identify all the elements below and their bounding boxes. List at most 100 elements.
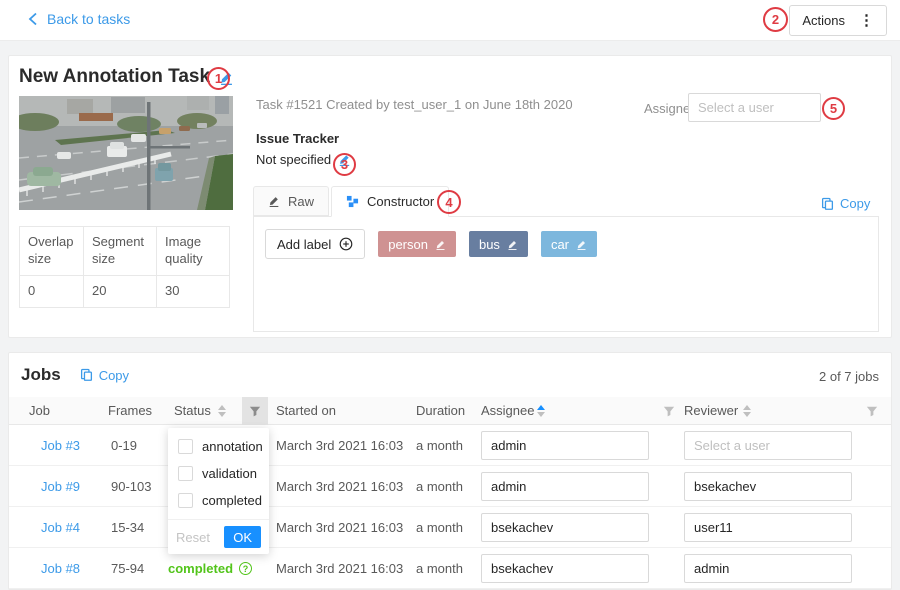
- tab-constructor-label: Constructor: [367, 194, 434, 209]
- assignee-input[interactable]: [481, 431, 649, 460]
- label-chip-bus[interactable]: bus: [469, 231, 528, 257]
- annotation-circle-4: 4: [437, 190, 461, 214]
- label-chip-person-name: person: [388, 237, 428, 252]
- copy-labels-button[interactable]: Copy: [821, 196, 870, 211]
- label-chip-person[interactable]: person: [378, 231, 456, 257]
- edit-label-icon[interactable]: [507, 239, 518, 250]
- back-to-tasks-link[interactable]: Back to tasks: [28, 11, 130, 27]
- copy-icon: [80, 368, 93, 382]
- question-circle-icon[interactable]: ?: [239, 562, 252, 575]
- annotation-circle-2: 2: [763, 7, 788, 32]
- reviewer-sort-icon[interactable]: [743, 405, 751, 417]
- assignee-input[interactable]: [481, 513, 649, 542]
- job-started: March 3rd 2021 16:03: [276, 479, 403, 494]
- col-reviewer: Reviewer: [684, 403, 738, 418]
- checkbox-icon[interactable]: [178, 493, 193, 508]
- reviewer-input[interactable]: [684, 554, 852, 583]
- tab-raw-label: Raw: [288, 194, 314, 209]
- label-chip-car[interactable]: car: [541, 231, 597, 257]
- job-row: Job #4 15-34 March 3rd 2021 16:03 a mont…: [9, 507, 891, 548]
- copy-jobs-label: Copy: [99, 368, 129, 383]
- job-status: completed?: [168, 561, 252, 576]
- add-label-label: Add label: [277, 237, 331, 252]
- filter-option-annotation[interactable]: annotation: [168, 433, 269, 460]
- actions-label: Actions: [802, 13, 845, 28]
- job-started: March 3rd 2021 16:03: [276, 438, 403, 453]
- param-value-quality: 30: [157, 276, 230, 308]
- filter-reset-button[interactable]: Reset: [176, 530, 210, 545]
- filter-ok-button[interactable]: OK: [224, 526, 261, 548]
- reviewer-input[interactable]: [684, 431, 852, 460]
- reviewer-filter-icon[interactable]: [866, 405, 878, 417]
- assignee-input[interactable]: [481, 554, 649, 583]
- add-label-button[interactable]: Add label: [265, 229, 365, 259]
- filter-option-label: completed: [202, 493, 262, 508]
- job-link[interactable]: Job #8: [41, 561, 80, 576]
- col-status: Status: [174, 403, 211, 418]
- status-filter-icon[interactable]: [249, 405, 261, 417]
- job-frames: 75-94: [111, 561, 144, 576]
- task-title: New Annotation Task: [19, 66, 210, 88]
- job-link[interactable]: Job #9: [41, 479, 80, 494]
- actions-button[interactable]: Actions ⋮: [789, 5, 887, 36]
- label-chip-bus-name: bus: [479, 237, 500, 252]
- blocks-icon: [346, 195, 359, 208]
- copy-labels-label: Copy: [840, 196, 870, 211]
- filter-option-validation[interactable]: validation: [168, 460, 269, 487]
- reviewer-input[interactable]: [684, 472, 852, 501]
- back-to-tasks-label: Back to tasks: [47, 11, 130, 27]
- job-row: Job #8 75-94 completed? March 3rd 2021 1…: [9, 548, 891, 589]
- job-link[interactable]: Job #3: [41, 438, 80, 453]
- param-value-overlap: 0: [20, 276, 84, 308]
- status-filter-cell[interactable]: [242, 397, 268, 425]
- jobs-card: Jobs Copy 2 of 7 jobs Job Frames Status …: [8, 352, 892, 590]
- job-started: March 3rd 2021 16:03: [276, 561, 403, 576]
- param-header-overlap: Overlap size: [20, 227, 84, 276]
- label-constructor-panel: Add label person bus: [253, 216, 879, 332]
- job-row: Job #9 90-103 March 3rd 2021 16:03 a mon…: [9, 466, 891, 507]
- col-started: Started on: [276, 403, 336, 418]
- jobs-title: Jobs: [21, 365, 61, 385]
- status-sort-icon[interactable]: [218, 405, 226, 417]
- annotation-circle-1: 1: [207, 67, 230, 90]
- assignee-input[interactable]: [481, 472, 649, 501]
- task-params-table: Overlap size Segment size Image quality …: [19, 226, 230, 308]
- pencil-icon: [268, 195, 280, 207]
- param-header-segment: Segment size: [84, 227, 157, 276]
- annotation-circle-5: 5: [822, 97, 845, 120]
- col-duration: Duration: [416, 403, 465, 418]
- filter-option-label: validation: [202, 466, 257, 481]
- job-started: March 3rd 2021 16:03: [276, 520, 403, 535]
- assignee-filter-icon[interactable]: [663, 405, 675, 417]
- task-assignee-input[interactable]: [688, 93, 821, 122]
- edit-label-icon[interactable]: [435, 239, 446, 250]
- chevron-left-icon: [28, 12, 38, 26]
- edit-label-icon[interactable]: [576, 239, 587, 250]
- copy-jobs-button[interactable]: Copy: [80, 368, 129, 383]
- status-filter-dropdown: annotation validation completed Reset OK: [168, 428, 269, 554]
- annotation-circle-3: 3: [333, 153, 356, 176]
- jobs-table-header: Job Frames Status Started on Duration As…: [9, 397, 891, 425]
- plus-circle-icon: [339, 237, 353, 251]
- copy-icon: [821, 197, 834, 211]
- job-row: Job #3 0-19 March 3rd 2021 16:03 a month: [9, 425, 891, 466]
- label-chip-car-name: car: [551, 237, 569, 252]
- col-job: Job: [29, 403, 50, 418]
- col-assignee: Assignee: [481, 403, 534, 418]
- job-frames: 0-19: [111, 438, 137, 453]
- reviewer-input[interactable]: [684, 513, 852, 542]
- checkbox-icon[interactable]: [178, 439, 193, 454]
- param-value-segment: 20: [84, 276, 157, 308]
- tab-constructor[interactable]: Constructor: [331, 186, 449, 217]
- job-frames: 15-34: [111, 520, 144, 535]
- jobs-count: 2 of 7 jobs: [819, 369, 879, 384]
- filter-option-completed[interactable]: completed: [168, 487, 269, 514]
- job-duration: a month: [416, 520, 463, 535]
- job-link[interactable]: Job #4: [41, 520, 80, 535]
- checkbox-icon[interactable]: [178, 466, 193, 481]
- assignee-sort-icon[interactable]: [537, 405, 545, 417]
- tab-raw[interactable]: Raw: [253, 186, 329, 216]
- cvat-task-page: Back to tasks Actions ⋮ New Annotation T…: [0, 0, 900, 590]
- more-menu-icon[interactable]: ⋮: [859, 13, 874, 28]
- filter-option-label: annotation: [202, 439, 263, 454]
